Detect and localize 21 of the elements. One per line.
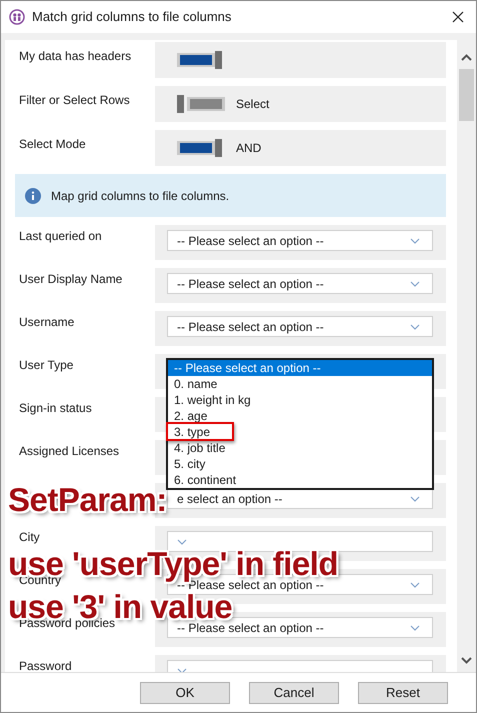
toggle-label: AND <box>236 140 262 157</box>
field-label: User Display Name <box>19 272 122 286</box>
field-label: Last queried on <box>19 229 102 243</box>
select-value: -- Please select an option -- <box>177 620 324 636</box>
toggle-label: Select <box>236 96 270 113</box>
select-value: -- Please select an option -- <box>177 318 324 336</box>
field-label: Assigned Licenses <box>19 444 120 458</box>
field-label: City <box>19 530 40 544</box>
field-label: Sign-in status <box>19 401 92 415</box>
field-label: User Type <box>19 358 74 372</box>
select-value: -- Please select an option -- <box>177 276 324 292</box>
select-value: e select an option -- <box>177 490 282 508</box>
field-label: Username <box>19 315 74 329</box>
field-label: Password <box>19 659 72 672</box>
window-title: Match grid columns to file columns <box>32 8 232 26</box>
annotation-text: SetParam: <box>8 485 167 515</box>
select-value: -- Please select an option -- <box>177 232 324 250</box>
info-text: Map grid columns to file columns. <box>51 188 230 204</box>
field-label: Select Mode <box>18 136 87 153</box>
field-label: My data has headers <box>18 48 132 65</box>
field-label: Filter or Select Rows <box>18 92 131 109</box>
